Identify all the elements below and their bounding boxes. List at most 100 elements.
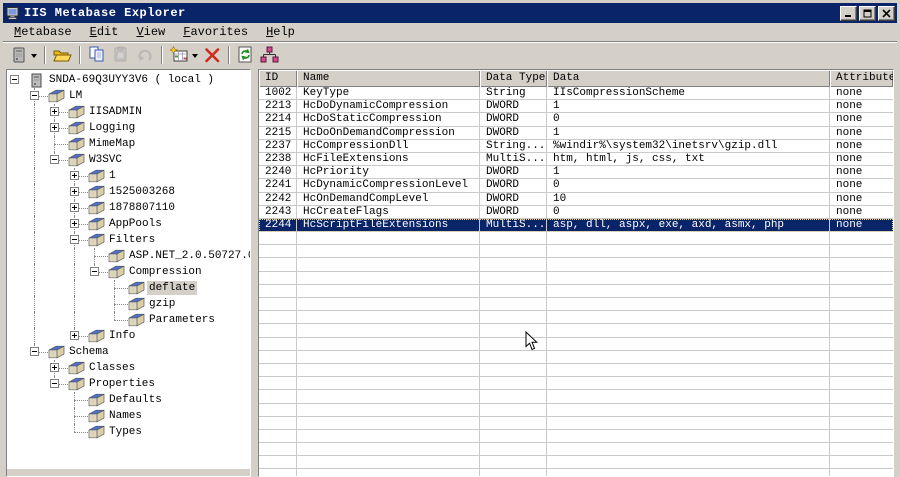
tree-item-compression[interactable]: Compression — [7, 264, 250, 280]
table-row[interactable]: 2240 HcPriority DWORD 1 none — [259, 166, 893, 180]
tree-item-iisadmin[interactable]: IISADMIN — [7, 104, 250, 120]
collapse-minus-icon[interactable] — [90, 267, 99, 276]
menu-item-favorites[interactable]: Favorites — [174, 24, 257, 40]
expand-plus-icon[interactable] — [70, 331, 79, 340]
collapse-minus-icon[interactable] — [50, 155, 59, 164]
maximize-icon — [863, 9, 872, 17]
paste-button[interactable] — [109, 44, 133, 66]
expand-plus-icon[interactable] — [70, 171, 79, 180]
tree-item-asp-net-2-0-50727-0[interactable]: ASP.NET_2.0.50727.0 — [7, 248, 250, 264]
view-hierarchy-button[interactable] — [257, 44, 282, 66]
dropdown-arrow-icon[interactable] — [192, 53, 198, 61]
tree-item-names[interactable]: Names — [7, 408, 250, 424]
table-row[interactable]: 2242 HcOnDemandCompLevel DWORD 10 none — [259, 193, 893, 206]
cell-attributes: none — [836, 192, 863, 205]
column-header-attributes[interactable]: Attributes — [830, 70, 893, 87]
tree-item-gzip[interactable]: gzip — [7, 296, 250, 312]
close-button[interactable] — [878, 5, 895, 21]
tree-item-properties[interactable]: Properties — [7, 376, 250, 392]
collapse-minus-icon[interactable] — [50, 379, 59, 388]
cell-data-type: DWORD — [486, 100, 520, 113]
expand-plus-icon[interactable] — [70, 203, 79, 212]
tree-item-mimemap[interactable]: MimeMap — [7, 136, 250, 152]
menu-item-edit[interactable]: Edit — [81, 24, 128, 40]
tree-item-info[interactable]: Info — [7, 328, 250, 344]
column-header-name[interactable]: Name — [297, 70, 480, 87]
expand-plus-icon[interactable] — [70, 187, 79, 196]
collapse-minus-icon[interactable] — [30, 347, 39, 356]
menu-item-view[interactable]: View — [127, 24, 174, 40]
tree-item-filters[interactable]: Filters — [7, 232, 250, 248]
app-window: IIS Metabase Explorer Metabase Edit View Fa… — [0, 0, 900, 477]
maximize-button[interactable] — [859, 5, 876, 21]
tree-item-label: Info — [109, 330, 136, 342]
tree-line — [74, 400, 88, 401]
delete-button[interactable] — [201, 44, 224, 66]
open-folder-icon — [53, 47, 72, 63]
tree-item-classes[interactable]: Classes — [7, 360, 250, 376]
empty-row — [259, 272, 893, 285]
key-icon — [48, 89, 65, 103]
collapse-minus-icon[interactable] — [30, 91, 39, 100]
tree-item-1525003268[interactable]: 1525003268 — [7, 184, 250, 200]
tree-line — [74, 248, 75, 264]
splitter[interactable] — [251, 69, 258, 477]
table-row[interactable]: 2243 HcCreateFlags DWORD 0 none — [259, 206, 893, 219]
key-icon — [88, 393, 105, 407]
expand-plus-icon[interactable] — [50, 123, 59, 132]
computer-icon — [28, 73, 44, 88]
table-row[interactable]: 2241 HcDynamicCompressionLevel DWORD 0 none — [259, 179, 893, 193]
refresh-button[interactable] — [234, 44, 257, 66]
tree-line — [34, 312, 35, 328]
tree-item-1[interactable]: 1 — [7, 168, 250, 184]
table-row[interactable]: 1002 KeyType String IIsCompressionScheme non… — [259, 87, 893, 101]
tree-item-parameters[interactable]: Parameters — [7, 312, 250, 328]
dropdown-arrow-icon[interactable] — [31, 53, 37, 61]
new-key-button[interactable] — [167, 44, 201, 66]
table-row[interactable]: 2238 HcFileExtensions MultiS... htm, html, … — [259, 153, 893, 167]
tree-item-lm[interactable]: LM — [7, 88, 250, 104]
cell-data-type: DWORD — [486, 113, 520, 126]
tree-item-label: Properties — [89, 378, 156, 390]
tree-item-deflate[interactable]: deflate — [7, 280, 250, 296]
table-row[interactable]: 2214 HcDoStaticCompression DWORD 0 none — [259, 113, 893, 127]
empty-row — [259, 430, 893, 444]
empty-row — [259, 245, 893, 259]
column-header-id[interactable]: ID — [259, 70, 297, 87]
table-row[interactable]: 2237 HcCompressionDll String... %windir%\sy… — [259, 140, 893, 153]
tree-item-types[interactable]: Types — [7, 424, 250, 440]
table-row[interactable]: 2215 HcDoOnDemandCompression DWORD 1 none — [259, 127, 893, 140]
tree-line — [114, 304, 128, 305]
tree-item-label: Compression — [129, 266, 202, 278]
table-row[interactable]: 2244 HcScriptFileExtensions MultiS... asp, … — [259, 218, 893, 233]
expand-plus-icon[interactable] — [50, 363, 59, 372]
tree-item-logging[interactable]: Logging — [7, 120, 250, 136]
minimize-button[interactable] — [840, 5, 857, 21]
key-icon — [108, 265, 125, 279]
tree-line — [34, 216, 35, 232]
tree-item-apppools[interactable]: AppPools — [7, 216, 250, 232]
collapse-minus-icon[interactable] — [70, 235, 79, 244]
column-header-data[interactable]: Data — [547, 70, 830, 87]
connect-button[interactable] — [7, 44, 40, 66]
cell-data: 0 — [553, 205, 560, 218]
column-header-data-type[interactable]: Data Type — [480, 70, 547, 87]
expand-plus-icon[interactable] — [70, 219, 79, 228]
undo-button[interactable] — [133, 44, 157, 66]
minimize-icon — [845, 14, 851, 17]
collapse-minus-icon[interactable] — [10, 75, 19, 84]
open-button[interactable] — [50, 44, 75, 66]
tree-item-defaults[interactable]: Defaults — [7, 392, 250, 408]
empty-row — [259, 298, 893, 312]
expand-plus-icon[interactable] — [50, 107, 59, 116]
tree-item-schema[interactable]: Schema — [7, 344, 250, 360]
copy-button[interactable] — [85, 44, 109, 66]
tree-item-w3svc[interactable]: W3SVC — [7, 152, 250, 168]
tree-item-1878807110[interactable]: 1878807110 — [7, 200, 250, 216]
menu-item-help[interactable]: Help — [257, 24, 304, 40]
tree-item-snda-69q3uyy3v6-local[interactable]: SNDA-69Q3UYY3V6 ( local ) — [7, 72, 250, 88]
column-grid-line — [829, 87, 830, 476]
toolbar-separator — [44, 45, 46, 64]
table-row[interactable]: 2213 HcDoDynamicCompression DWORD 1 none — [259, 100, 893, 114]
menu-item-metabase[interactable]: Metabase — [5, 24, 81, 40]
